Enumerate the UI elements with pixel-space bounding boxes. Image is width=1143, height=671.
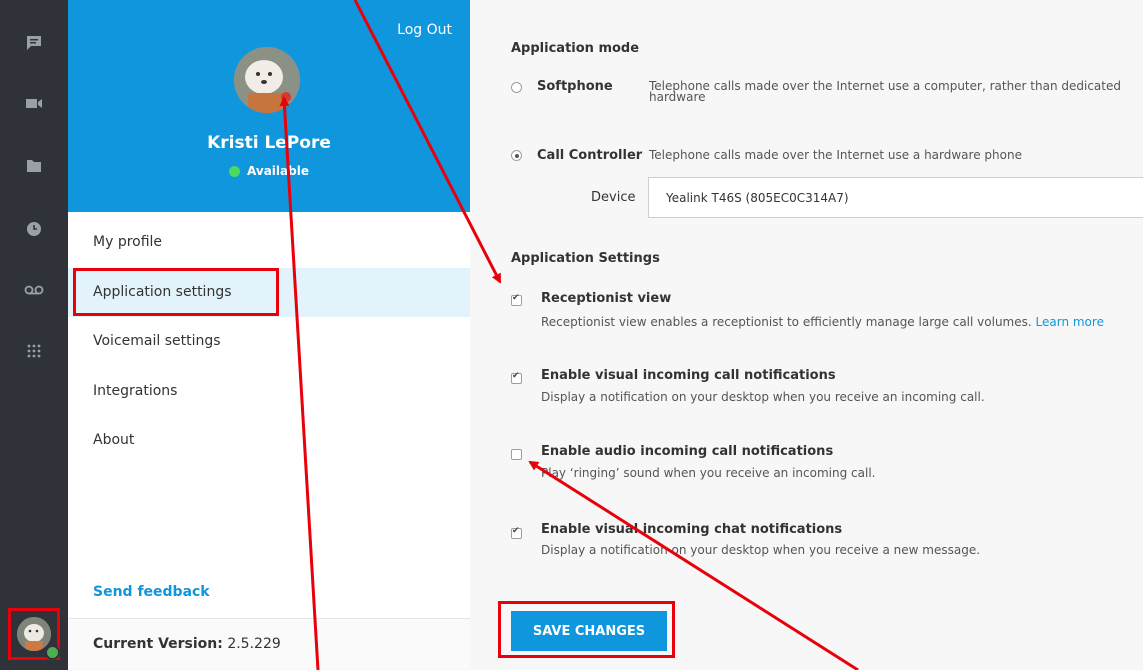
visual-call-notifications-title: Enable visual incoming call notification… xyxy=(541,368,836,383)
visual-chat-notifications-title: Enable visual incoming chat notification… xyxy=(541,522,843,537)
application-settings-title: Application Settings xyxy=(511,251,660,266)
audio-call-notifications-description: Play ‘ringing’ sound when you receive an… xyxy=(541,466,876,480)
clock-icon[interactable] xyxy=(24,219,44,239)
settings-nav-list: My profile Application settings Voicemai… xyxy=(68,218,470,466)
nav-item-label: Application settings xyxy=(93,283,232,300)
application-settings-panel: Application mode Softphone Telephone cal… xyxy=(470,0,1143,670)
softphone-radio[interactable] xyxy=(511,82,522,93)
softphone-description: Telephone calls made over the Internet u… xyxy=(649,79,1121,104)
receptionist-view-checkbox[interactable] xyxy=(511,293,522,306)
status-dot xyxy=(229,165,241,177)
visual-call-notifications-checkbox[interactable] xyxy=(511,371,522,384)
device-label: Device xyxy=(591,190,636,205)
audio-call-notifications-title: Enable audio incoming call notifications xyxy=(541,444,834,459)
dialpad-icon[interactable] xyxy=(24,341,44,361)
profile-header: Log Out Kristi LePore Available xyxy=(68,0,470,212)
chat-icon[interactable] xyxy=(24,33,44,53)
application-mode-title: Application mode xyxy=(511,41,640,56)
receptionist-view-title: Receptionist view xyxy=(541,291,672,306)
app-rail xyxy=(0,0,68,670)
presence-dot xyxy=(45,645,60,660)
video-icon[interactable] xyxy=(24,93,44,113)
audio-call-notifications-checkbox[interactable] xyxy=(511,449,522,460)
softphone-label: Softphone xyxy=(537,79,613,94)
save-changes-button[interactable]: SAVE CHANGES xyxy=(511,611,667,651)
profile-name: Kristi LePore xyxy=(207,133,331,153)
device-select[interactable]: Yealink T46S (805EC0C314A7) xyxy=(648,177,1143,218)
receptionist-view-description: Receptionist view enables a receptionist… xyxy=(541,315,1104,329)
nav-item-my-profile[interactable]: My profile xyxy=(68,218,470,268)
visual-call-notifications-description: Display a notification on your desktop w… xyxy=(541,390,985,404)
call-controller-description: Telephone calls made over the Internet u… xyxy=(649,148,1022,162)
nav-item-application-settings[interactable]: Application settings xyxy=(68,267,470,317)
status-label: Available xyxy=(247,164,309,178)
presence-status[interactable]: Available xyxy=(68,164,470,178)
voicemail-icon[interactable] xyxy=(24,280,44,300)
version-bar: Current Version: 2.5.229 xyxy=(68,618,470,671)
call-controller-label: Call Controller xyxy=(537,148,643,163)
folder-icon[interactable] xyxy=(24,156,44,176)
visual-chat-notifications-description: Display a notification on your desktop w… xyxy=(541,543,981,557)
learn-more-link[interactable]: Learn more xyxy=(1036,315,1104,329)
user-avatar-button[interactable] xyxy=(8,608,60,660)
call-controller-radio[interactable] xyxy=(511,150,522,161)
send-feedback-link[interactable]: Send feedback xyxy=(93,584,210,600)
nav-item-about[interactable]: About xyxy=(68,416,470,466)
settings-nav: Log Out Kristi LePore Available My profi… xyxy=(68,0,471,671)
avatar xyxy=(17,617,51,651)
visual-chat-notifications-checkbox[interactable] xyxy=(511,526,522,539)
version-label: Current Version: xyxy=(93,636,223,652)
logout-link[interactable]: Log Out xyxy=(397,22,452,38)
version-value: 2.5.229 xyxy=(227,636,281,652)
nav-item-voicemail-settings[interactable]: Voicemail settings xyxy=(68,317,470,367)
profile-photo[interactable] xyxy=(234,47,300,113)
nav-item-integrations[interactable]: Integrations xyxy=(68,367,470,417)
